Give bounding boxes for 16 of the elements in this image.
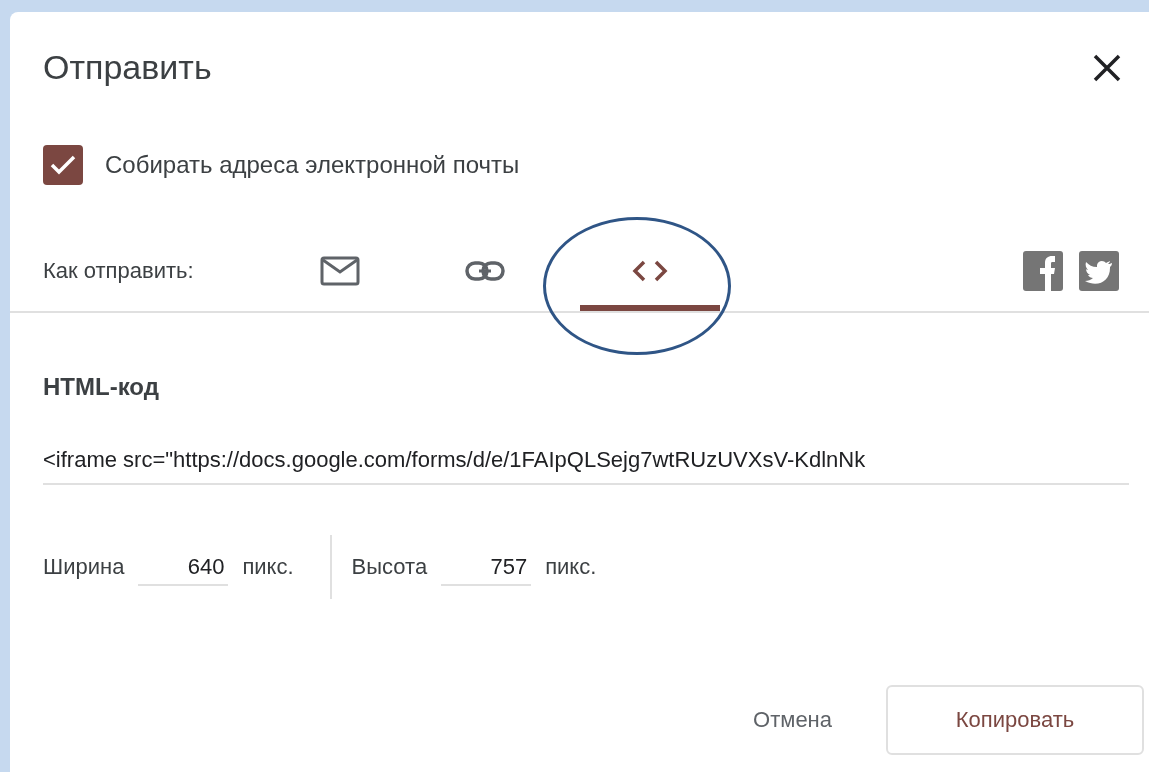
size-label: Ширина [43, 554, 125, 580]
size-label: Высота [351, 554, 428, 580]
unit-label: пикс. [242, 554, 294, 580]
facebook-icon[interactable] [1023, 251, 1063, 291]
checkmark-icon [49, 153, 77, 177]
twitter-bird-icon[interactable] [1079, 251, 1119, 291]
checkbox-label: Собирать адреса электронной почты [105, 151, 520, 179]
send-via-label: Как отправить: [43, 258, 195, 284]
unit-label: пикс. [545, 554, 597, 580]
checkbox[interactable] [43, 145, 83, 185]
section-heading: HTML-код [43, 373, 160, 401]
link-icon [465, 260, 505, 282]
code-brackets-icon [630, 259, 670, 283]
dialog-title: Отправить [43, 48, 212, 87]
envelope-icon [320, 256, 360, 286]
copy-button[interactable]: Копировать [886, 685, 1144, 755]
